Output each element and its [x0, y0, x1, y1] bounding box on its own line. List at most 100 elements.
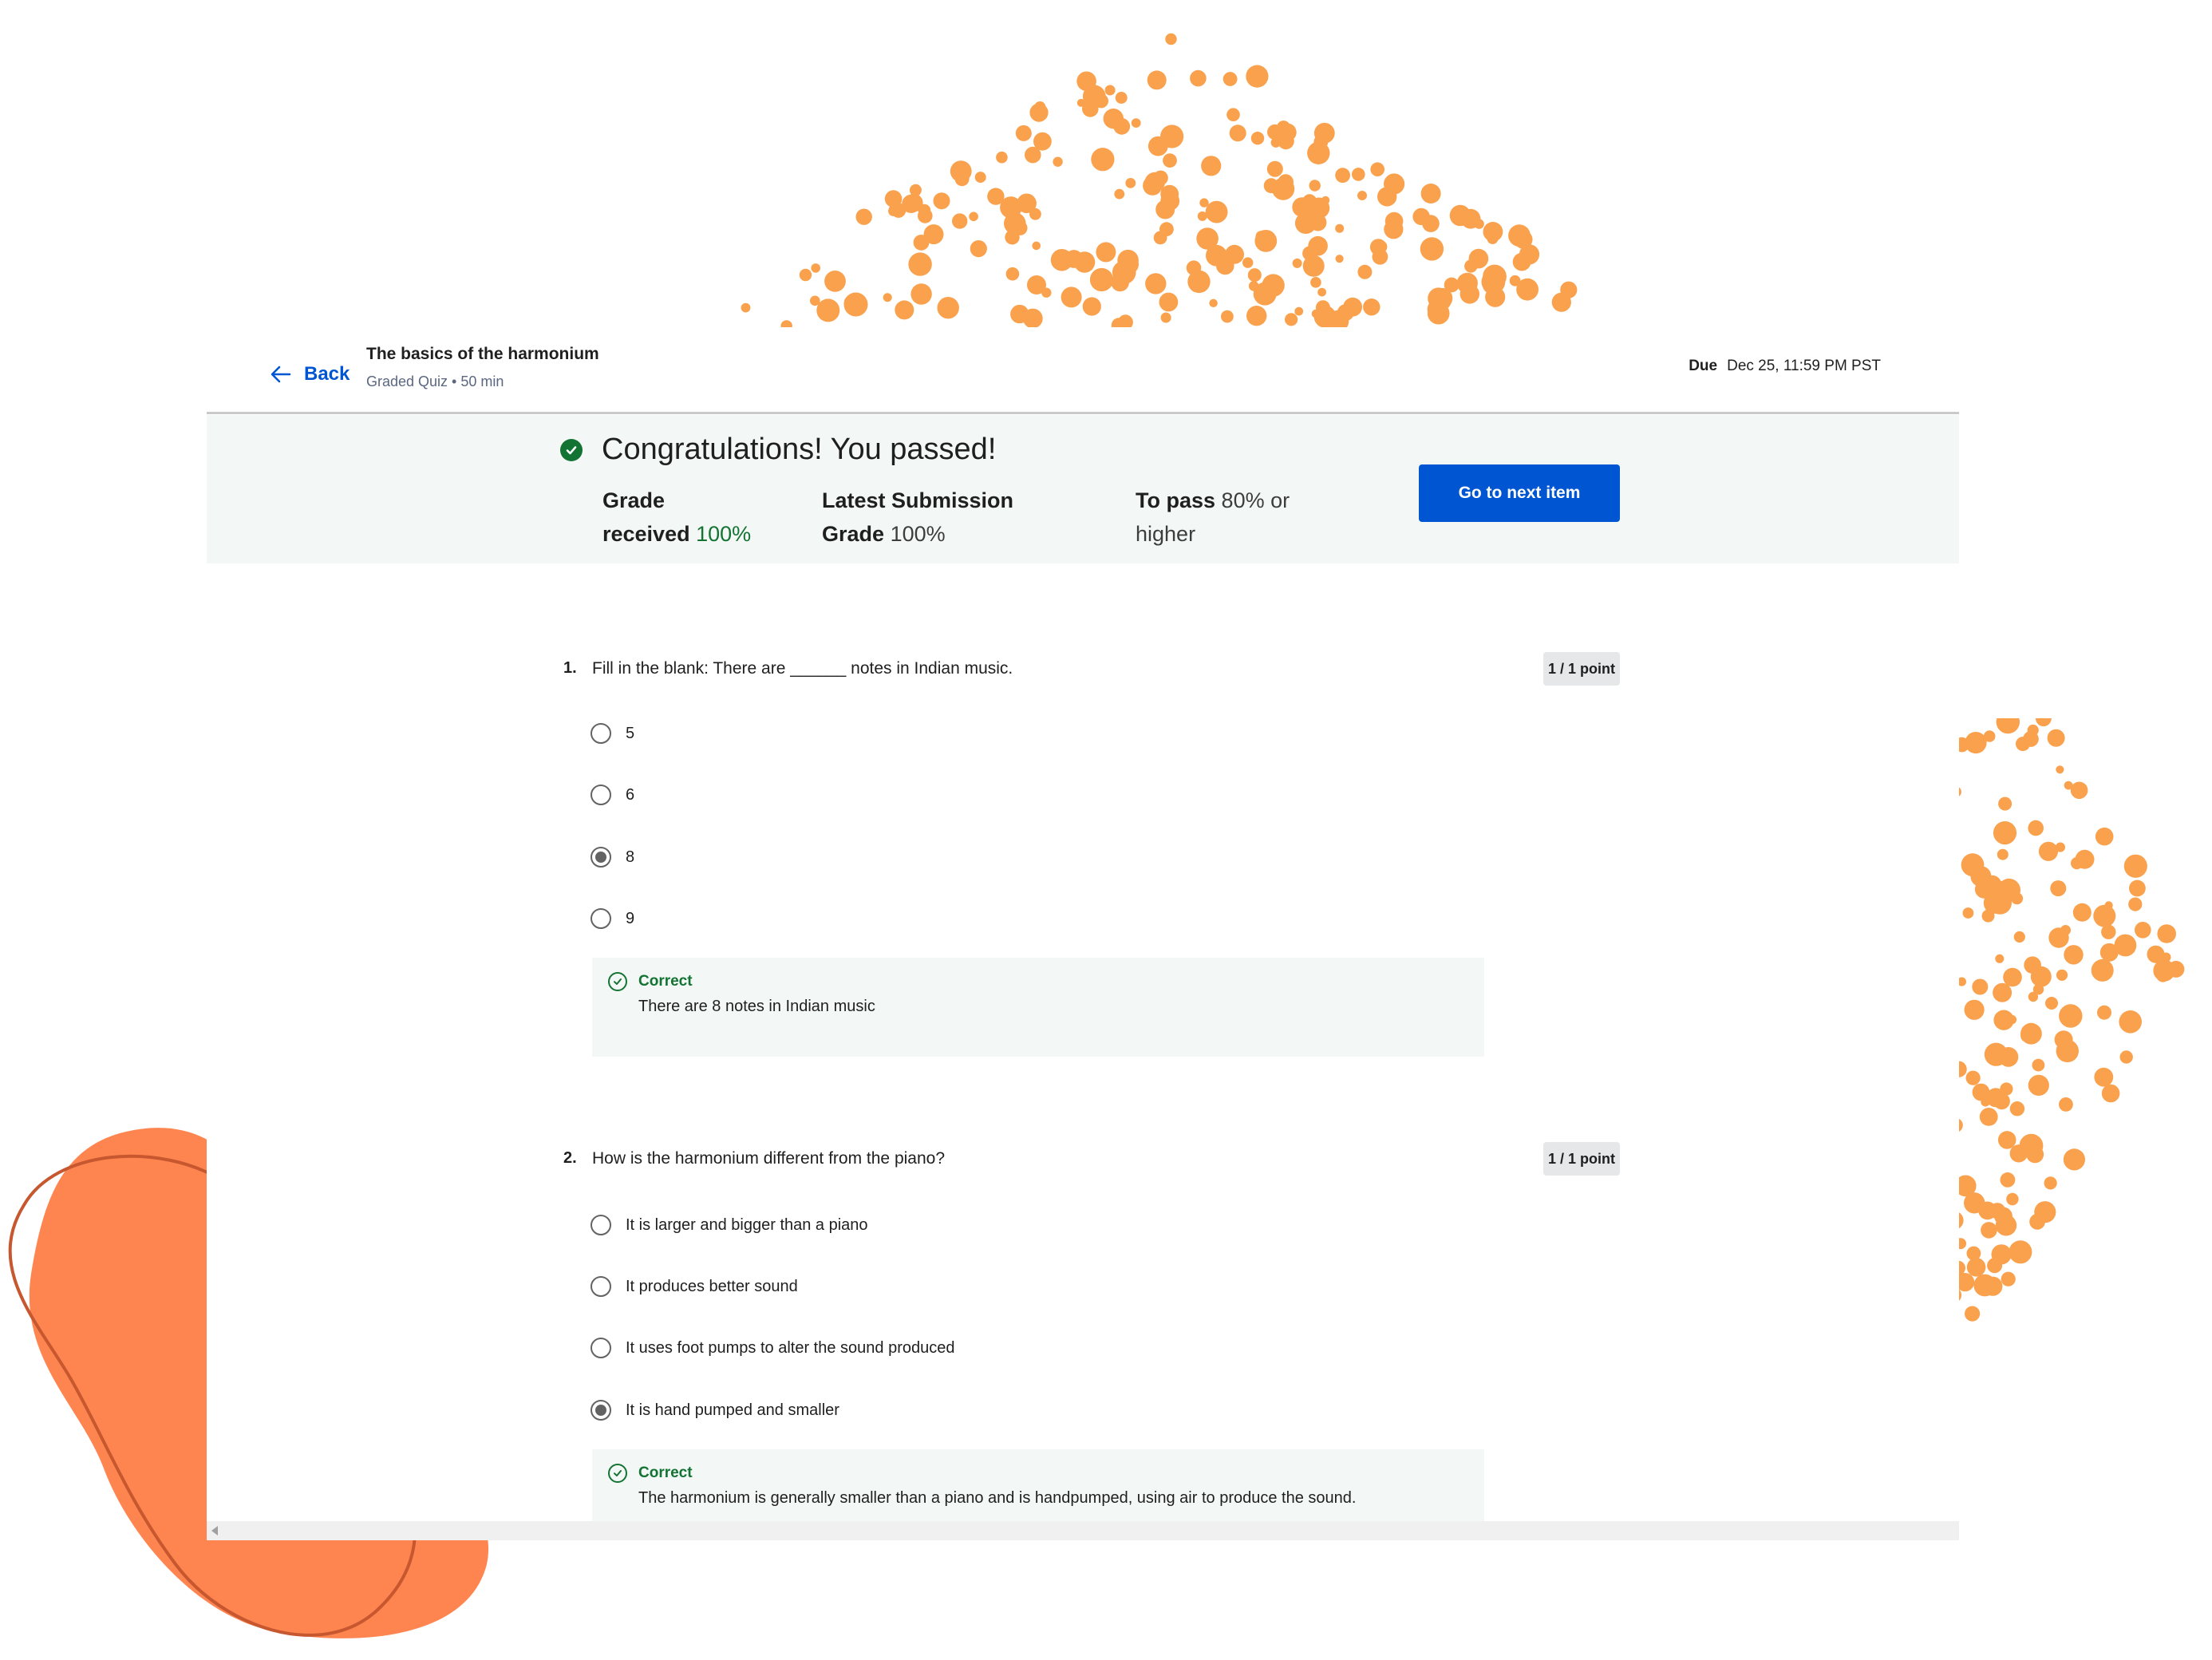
- decorative-dot: [1117, 314, 1133, 327]
- decorative-dot: [954, 172, 970, 187]
- decorative-dot: [1285, 313, 1298, 326]
- decorative-dot: [1190, 69, 1207, 87]
- radio-icon[interactable]: [591, 1338, 611, 1358]
- decorative-dot: [1981, 1222, 1997, 1239]
- points-badge: 1 / 1 point: [1542, 652, 1620, 686]
- decorative-dot: [2016, 737, 2030, 752]
- decorative-dot: [1032, 241, 1041, 251]
- decorative-dot: [2028, 1074, 2049, 1096]
- decorative-dot: [1115, 92, 1128, 104]
- decorative-dot: [1321, 196, 1330, 204]
- decorative-dot: [1460, 208, 1481, 229]
- option-5[interactable]: 5: [591, 723, 634, 744]
- decorative-dot: [2019, 1133, 2044, 1158]
- decorative-dot: [918, 204, 931, 217]
- decorative-dot: [2096, 1069, 2112, 1085]
- decorative-dot: [1308, 235, 1328, 256]
- decorative-dot: [1313, 122, 1335, 144]
- decorative-dot: [1270, 137, 1282, 148]
- decorative-dot: [1160, 312, 1171, 323]
- decorative-dot: [1428, 287, 1450, 310]
- decorative-dot: [1302, 194, 1317, 209]
- decorative-dot: [2075, 849, 2095, 869]
- radio-selected-icon[interactable]: [591, 847, 611, 868]
- option-6[interactable]: 6: [591, 785, 634, 805]
- decorative-dot: [1103, 109, 1124, 129]
- horizontal-scrollbar[interactable]: [207, 1521, 1959, 1540]
- radio-icon[interactable]: [591, 908, 611, 929]
- decorative-dot: [1112, 260, 1136, 285]
- radio-icon[interactable]: [591, 1276, 611, 1297]
- scroll-left-arrow-icon[interactable]: [211, 1526, 218, 1536]
- decorative-dot: [1082, 297, 1101, 316]
- option-label: 9: [626, 909, 635, 927]
- decorative-dot: [2104, 901, 2113, 910]
- decorative-dot: [741, 302, 751, 313]
- decorative-dot: [969, 211, 978, 222]
- check-circle-icon: [560, 438, 583, 461]
- decorative-dot: [2070, 781, 2088, 800]
- radio-icon[interactable]: [591, 785, 611, 805]
- grade-received: Grade received 100%: [602, 484, 751, 551]
- due-value: Dec 25, 11:59 PM PST: [1727, 358, 1881, 374]
- decorative-dot: [1246, 306, 1267, 326]
- option-8[interactable]: 8: [591, 847, 634, 868]
- decorative-dot: [1487, 232, 1499, 244]
- feedback-head: Correct: [608, 972, 693, 991]
- latest-submission-value: 100%: [890, 522, 946, 546]
- option-9[interactable]: 9: [591, 908, 634, 929]
- back-button[interactable]: Back: [269, 354, 350, 394]
- decorative-dot: [1242, 257, 1254, 268]
- decorative-dot: [1444, 277, 1460, 293]
- decorative-dot: [902, 194, 921, 213]
- option-foot-pumps[interactable]: It uses foot pumps to alter the sound pr…: [591, 1338, 954, 1358]
- feedback-correct: Correct There are 8 notes in Indian musi…: [592, 958, 1484, 1057]
- decorative-dot: [974, 172, 986, 184]
- decorative-dot: [1029, 208, 1041, 220]
- decorative-dot: [2072, 903, 2092, 922]
- decorative-dot: [1357, 191, 1367, 200]
- decorative-dot: [2036, 718, 2052, 727]
- decorative-dot: [1993, 821, 2017, 845]
- decorative-dot: [1973, 1274, 1997, 1297]
- decorative-dot: [1206, 244, 1227, 267]
- decorative-dot: [1309, 213, 1327, 231]
- option-label: 5: [626, 724, 635, 742]
- decorative-dot: [1310, 277, 1321, 288]
- option-larger[interactable]: It is larger and bigger than a piano: [591, 1215, 868, 1235]
- decorative-dot: [1981, 1097, 1990, 1107]
- question-number: 1.: [563, 659, 577, 677]
- decorative-dot: [2028, 820, 2044, 836]
- decorative-dot: [2050, 880, 2067, 897]
- decorative-dot: [1096, 242, 1116, 263]
- course-subtitle: Graded Quiz • 50 min: [366, 374, 504, 389]
- decorative-dot: [811, 263, 820, 273]
- decorative-dot: [1262, 243, 1271, 251]
- decorative-dot: [2001, 1271, 2016, 1286]
- decorative-dot: [2009, 1101, 2025, 1117]
- option-better-sound[interactable]: It produces better sound: [591, 1276, 798, 1297]
- decorative-dot: [1384, 211, 1404, 231]
- decorative-dot: [2153, 959, 2175, 982]
- radio-icon[interactable]: [591, 1215, 611, 1235]
- decorative-dot: [1061, 287, 1082, 308]
- latest-submission-label: Latest Submission: [822, 488, 1014, 512]
- decorative-dot: [1248, 281, 1259, 291]
- decorative-dot: [2047, 729, 2065, 747]
- option-hand-pumped[interactable]: It is hand pumped and smaller: [591, 1400, 839, 1421]
- decorative-dot: [1065, 250, 1084, 268]
- decorative-dot: [1005, 267, 1020, 281]
- decorative-dot: [1363, 298, 1381, 316]
- radio-icon[interactable]: [591, 723, 611, 744]
- decorative-dot: [1221, 310, 1234, 323]
- decorative-dot: [1263, 178, 1279, 194]
- decorative-dot: [910, 283, 932, 305]
- radio-selected-icon[interactable]: [591, 1400, 611, 1421]
- decorative-dot: [1372, 248, 1388, 265]
- decorative-dot: [2007, 1014, 2017, 1025]
- decorative-dot: [2013, 931, 2025, 943]
- go-to-next-item-button[interactable]: Go to next item: [1419, 464, 1620, 522]
- decorative-dot: [2128, 897, 2143, 911]
- decorative-dot: [2038, 841, 2059, 861]
- decorative-dot: [1335, 223, 1345, 233]
